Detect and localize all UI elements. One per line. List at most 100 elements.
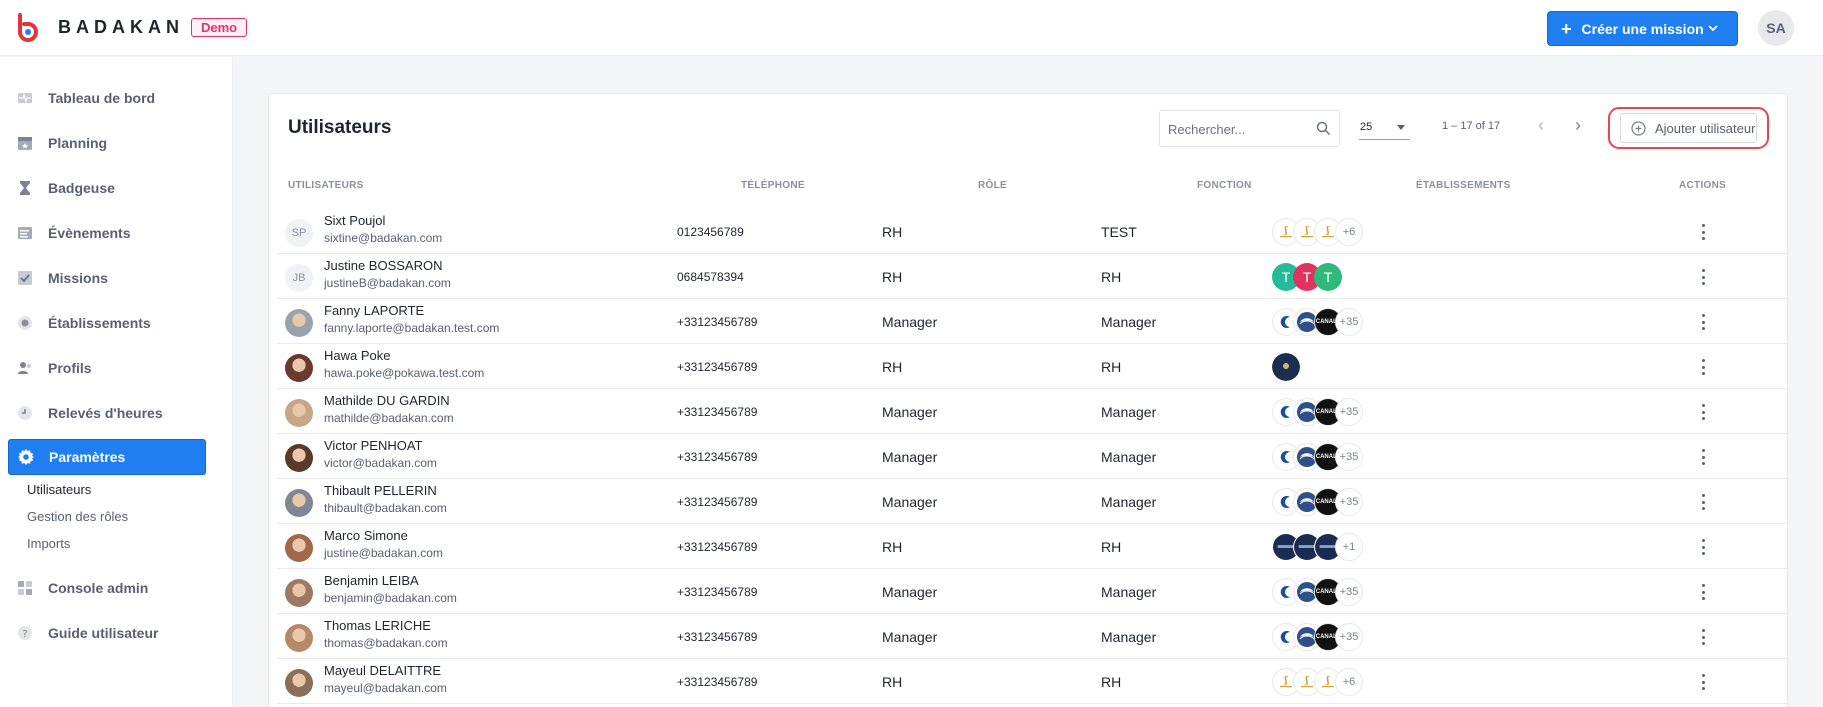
column-header-telephone[interactable]: TÉLÉPHONE [741, 180, 805, 191]
sidebar-subitem-imports[interactable]: Imports [27, 536, 70, 551]
search-icon[interactable] [1316, 121, 1331, 136]
user-role: RH [882, 674, 903, 690]
user-email[interactable]: mathilde@badakan.com [324, 411, 454, 425]
user-email[interactable]: mayeul@badakan.com [324, 681, 447, 695]
chevron-left-icon[interactable]: ‹ [1538, 116, 1556, 134]
more-vertical-icon[interactable] [1699, 402, 1707, 422]
sidebar-item-parametres[interactable]: Paramètres [8, 439, 206, 475]
svg-text:ʃ: ʃ [1305, 226, 1310, 236]
more-vertical-icon[interactable] [1699, 582, 1707, 602]
column-header-etablissements[interactable]: ÉTABLISSEMENTS [1416, 180, 1511, 191]
sidebar-item-planning[interactable]: Planning [8, 125, 206, 161]
more-vertical-icon[interactable] [1699, 312, 1707, 332]
more-vertical-icon[interactable] [1699, 492, 1707, 512]
add-user-button[interactable]: Ajouter utilisateur [1620, 113, 1757, 143]
chevron-down-icon[interactable] [1707, 22, 1719, 34]
sidebar-item-profils[interactable]: Profils [8, 350, 206, 386]
user-name: Mayeul DELAITTRE [324, 663, 442, 678]
sidebar-item-guide-utilisateur[interactable]: ? Guide utilisateur [8, 615, 206, 651]
user-phone: 0684578394 [677, 270, 744, 284]
establishment-more-badge: +35 [1335, 488, 1363, 516]
svg-text:ʃ: ʃ [1326, 676, 1331, 686]
user-role: RH [882, 539, 903, 555]
search-input[interactable] [1168, 119, 1308, 139]
table-row[interactable]: SP Sixt Poujol sixtine@badakan.com 01234567… [277, 209, 1788, 254]
logo-text: BADAKAN [58, 17, 184, 37]
more-vertical-icon[interactable] [1699, 267, 1707, 287]
sidebar-item-tableau-de-bord[interactable]: Tableau de bord [8, 80, 206, 116]
column-header-fonction[interactable]: FONCTION [1197, 180, 1252, 191]
calendar-icon [16, 134, 34, 152]
create-mission-button[interactable]: + Créer une mission [1547, 11, 1738, 46]
more-vertical-icon[interactable] [1699, 222, 1707, 242]
sidebar-item-console-admin[interactable]: Console admin [8, 570, 206, 606]
more-vertical-icon[interactable] [1699, 627, 1707, 647]
user-function: RH [1101, 359, 1122, 375]
user-email[interactable]: victor@badakan.com [324, 456, 437, 470]
user-name: Victor PENHOAT [324, 438, 423, 453]
sidebar-item-evenements[interactable]: Évènements [8, 215, 206, 251]
user-avatar[interactable]: SA [1758, 10, 1794, 46]
checkbox-icon [16, 269, 34, 287]
page-size-value: 25 [1360, 121, 1373, 133]
column-header-utilisateurs[interactable]: UTILISATEURS [288, 180, 364, 191]
more-vertical-icon[interactable] [1699, 537, 1707, 557]
user-email[interactable]: fanny.laporte@badakan.test.com [324, 321, 499, 335]
sidebar-item-releves-dheures[interactable]: Relevés d'heures [8, 395, 206, 431]
svg-text:ʃ: ʃ [1284, 676, 1289, 686]
more-vertical-icon[interactable] [1699, 357, 1707, 377]
establishment-more-badge: +6 [1335, 668, 1363, 696]
sidebar-item-label: Relevés d'heures [48, 405, 163, 421]
table-row[interactable]: Victor PENHOAT victor@badakan.com +3312345… [277, 434, 1788, 479]
sidebar-subitem-utilisateurs[interactable]: Utilisateurs [27, 482, 91, 497]
table-row[interactable]: Marco Simone justine@badakan.com +33123456… [277, 524, 1788, 569]
establishment-more-badge: +1 [1335, 533, 1363, 561]
table-row[interactable]: Hawa Poke hawa.poke@pokawa.test.com +33123… [277, 344, 1788, 389]
sidebar-item-missions[interactable]: Missions [8, 260, 206, 296]
establishment-letter: T [1314, 263, 1342, 291]
sidebar-item-badgeuse[interactable]: Badgeuse [8, 170, 206, 206]
avatar [285, 579, 313, 607]
user-phone: +33123456789 [677, 540, 758, 554]
create-mission-label: Créer une mission [1581, 20, 1704, 37]
chevron-right-icon[interactable]: › [1575, 116, 1593, 134]
table-row[interactable]: JB Justine BOSSARON justineB@badakan.com 06… [277, 254, 1788, 299]
user-email[interactable]: sixtine@badakan.com [324, 231, 442, 245]
user-email[interactable]: justine@badakan.com [324, 546, 443, 560]
sidebar-subitem-gestion-des-roles[interactable]: Gestion des rôles [27, 509, 128, 524]
grid-icon [16, 579, 34, 597]
establishment-more-badge: +35 [1335, 623, 1363, 651]
user-email[interactable]: hawa.poke@pokawa.test.com [324, 366, 484, 380]
user-phone: +33123456789 [677, 585, 758, 599]
page-size-select[interactable]: 25 [1359, 118, 1410, 140]
table-row[interactable]: Thibault PELLERIN thibault@badakan.com +33… [277, 479, 1788, 524]
more-vertical-icon[interactable] [1699, 447, 1707, 467]
svg-text:?: ? [22, 629, 27, 640]
user-role: RH [882, 224, 903, 240]
table-row[interactable]: Thomas LERICHE thomas@badakan.com +3312345… [277, 614, 1788, 659]
user-role: Manager [882, 404, 938, 420]
plus-icon: + [1561, 18, 1572, 39]
help-icon: ? [16, 624, 34, 642]
avatar: SP [285, 219, 313, 247]
avatar [285, 309, 313, 337]
sidebar-item-etablissements[interactable]: Établissements [8, 305, 206, 341]
table-row[interactable]: Fanny LAPORTE fanny.laporte@badakan.test.… [277, 299, 1788, 344]
user-email[interactable]: thomas@badakan.com [324, 636, 448, 650]
add-user-label: Ajouter utilisateur [1655, 120, 1756, 136]
user-email[interactable]: thibault@badakan.com [324, 501, 447, 515]
user-phone: +33123456789 [677, 495, 758, 509]
table-row[interactable]: Mayeul DELAITTRE mayeul@badakan.com +33123… [277, 659, 1788, 704]
avatar [285, 444, 313, 472]
column-header-role[interactable]: RÔLE [978, 180, 1007, 191]
user-email[interactable]: justineB@badakan.com [324, 276, 451, 290]
user-function: Manager [1101, 404, 1157, 420]
search-box[interactable] [1159, 110, 1340, 147]
table-row[interactable]: Benjamin LEIBA benjamin@badakan.com +33123… [277, 569, 1788, 614]
table-row[interactable]: Mathilde DU GARDIN mathilde@badakan.com +3… [277, 389, 1788, 434]
user-name: Marco Simone [324, 528, 408, 543]
user-name: Benjamin LEIBA [324, 573, 419, 588]
user-email[interactable]: benjamin@badakan.com [324, 591, 457, 605]
more-vertical-icon[interactable] [1699, 672, 1707, 692]
badakan-logo-icon[interactable] [12, 12, 44, 44]
